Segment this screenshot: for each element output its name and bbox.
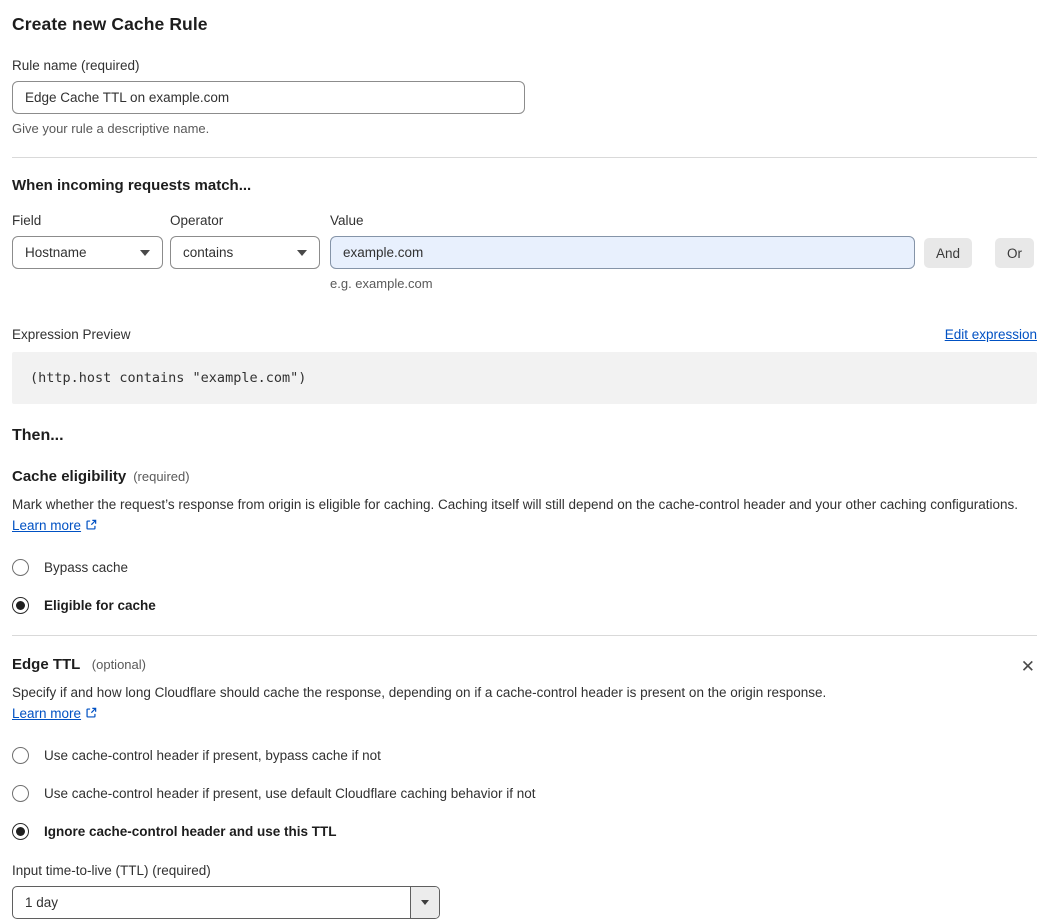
edge-ttl-description-text: Specify if and how long Cloudflare shoul… (12, 685, 827, 700)
field-label: Field (12, 213, 42, 228)
field-select-value: Hostname (25, 245, 87, 260)
create-cache-rule-page: Create new Cache Rule Rule name (require… (0, 0, 1058, 919)
edit-expression-link[interactable]: Edit expression (945, 327, 1037, 342)
ttl-section: Input time-to-live (TTL) (required) 1 da… (12, 863, 1037, 919)
radio-bypass-cache[interactable]: Bypass cache (12, 559, 1037, 576)
radio-icon (12, 785, 29, 802)
rule-name-input[interactable] (12, 81, 525, 114)
match-condition-row: Field Hostname Operator contains Value e… (12, 213, 1037, 291)
field-select[interactable]: Hostname (12, 236, 163, 269)
radio-use-header-default-if-not[interactable]: Use cache-control header if present, use… (12, 785, 1037, 802)
cache-eligibility-title: Cache eligibility (12, 468, 127, 485)
edge-ttl-learn-more-link[interactable]: Learn more (12, 706, 81, 721)
edge-ttl-description: Specify if and how long Cloudflare shoul… (12, 682, 844, 726)
ttl-select-arrow-button[interactable] (410, 887, 439, 918)
operator-select[interactable]: contains (170, 236, 320, 269)
expression-code-block: (http.host contains "example.com") (12, 352, 1037, 404)
and-button[interactable]: And (923, 238, 972, 268)
cache-eligibility-description: Mark whether the request’s response from… (12, 494, 1037, 538)
chevron-down-icon (421, 900, 429, 905)
value-input[interactable] (330, 236, 915, 269)
rule-name-label: Rule name (required) (12, 58, 140, 73)
cache-eligibility-learn-more-link[interactable]: Learn more (12, 518, 81, 533)
radio-label: Ignore cache-control header and use this… (44, 824, 337, 839)
radio-icon (12, 597, 29, 614)
value-helper: e.g. example.com (330, 276, 433, 291)
and-or-buttons: And Or (923, 238, 1037, 268)
ttl-select-value: 1 day (25, 895, 59, 910)
value-column: Value e.g. example.com (330, 213, 915, 291)
chevron-down-icon (140, 249, 150, 256)
divider (12, 635, 1037, 636)
divider (12, 157, 1037, 158)
ttl-select[interactable]: 1 day (12, 886, 440, 919)
radio-ignore-header-use-ttl[interactable]: Ignore cache-control header and use this… (12, 823, 1037, 840)
cache-eligibility-header: Cache eligibility (required) (12, 468, 1037, 485)
radio-icon (12, 823, 29, 840)
operator-label: Operator (170, 213, 224, 228)
operator-select-value: contains (183, 245, 234, 260)
radio-label: Use cache-control header if present, byp… (44, 748, 381, 763)
value-label: Value (330, 213, 364, 228)
ttl-label: Input time-to-live (TTL) (required) (12, 863, 211, 878)
field-column: Field Hostname (12, 213, 163, 269)
cache-eligibility-required-badge: (required) (133, 469, 190, 484)
match-heading: When incoming requests match... (12, 177, 252, 194)
then-heading: Then... (12, 427, 64, 444)
radio-label: Bypass cache (44, 560, 129, 575)
edge-ttl-title: Edge TTL (12, 656, 81, 673)
radio-icon (12, 747, 29, 764)
edge-ttl-header: Edge TTL (optional) ✕ (12, 656, 1037, 678)
radio-icon (12, 559, 29, 576)
rule-name-helper: Give your rule a descriptive name. (12, 121, 210, 136)
chevron-down-icon (297, 249, 307, 256)
radio-label: Eligible for cache (44, 598, 156, 613)
or-button[interactable]: Or (995, 238, 1034, 268)
expression-preview-row: Expression Preview Edit expression (12, 327, 1037, 342)
edge-ttl-optional-badge: (optional) (91, 657, 146, 672)
page-title: Create new Cache Rule (12, 14, 208, 34)
radio-use-header-bypass-if-not[interactable]: Use cache-control header if present, byp… (12, 747, 1037, 764)
cache-eligibility-description-text: Mark whether the request’s response from… (12, 497, 1019, 512)
rule-name-section: Rule name (required) Give your rule a de… (12, 58, 1037, 136)
radio-label: Use cache-control header if present, use… (44, 786, 536, 801)
close-icon[interactable]: ✕ (1019, 657, 1037, 678)
operator-column: Operator contains (170, 213, 320, 269)
external-link-icon (84, 517, 98, 538)
radio-eligible-for-cache[interactable]: Eligible for cache (12, 597, 1037, 614)
external-link-icon (84, 705, 98, 726)
expression-preview-label: Expression Preview (12, 327, 131, 342)
